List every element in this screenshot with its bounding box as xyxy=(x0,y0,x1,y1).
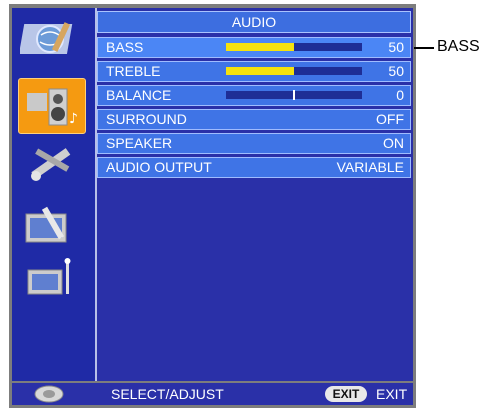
row-label: TREBLE xyxy=(106,63,161,79)
menu-row-speaker[interactable]: SPEAKER ON xyxy=(97,133,411,154)
menu-row-bass[interactable]: BASS 50 xyxy=(97,37,411,58)
treble-level-bar[interactable] xyxy=(226,67,362,75)
setup-tools-icon[interactable] xyxy=(20,140,80,188)
callout-label: BASS xyxy=(437,38,480,55)
row-value: 50 xyxy=(388,39,404,55)
menu-row-treble[interactable]: TREBLE 50 xyxy=(97,61,411,82)
row-value: 0 xyxy=(396,87,404,103)
callout-line xyxy=(414,47,434,49)
exit-hint: EXIT xyxy=(376,386,408,402)
navigation-pad-icon xyxy=(34,385,64,403)
row-label: BALANCE xyxy=(106,87,172,103)
row-label: SPEAKER xyxy=(106,135,173,151)
tv-settings-icon[interactable] xyxy=(20,200,80,248)
exit-key-icon: EXIT xyxy=(325,386,367,402)
row-value: OFF xyxy=(376,111,404,127)
menu-row-balance[interactable]: BALANCE 0 xyxy=(97,85,411,106)
bar-fill xyxy=(226,67,294,75)
balance-level-bar[interactable] xyxy=(226,90,362,100)
audio-speaker-icon[interactable]: ♪ xyxy=(18,78,86,134)
tv-antenna-icon[interactable] xyxy=(20,254,80,302)
row-label: BASS xyxy=(106,39,144,55)
select-adjust-hint: SELECT/ADJUST xyxy=(111,386,224,402)
row-value: 50 xyxy=(388,63,404,79)
bass-level-bar[interactable] xyxy=(226,43,362,51)
row-label: SURROUND xyxy=(106,111,187,127)
row-value: VARIABLE xyxy=(336,159,404,175)
row-value: ON xyxy=(383,135,404,151)
osd-menu: ♪ AUDIO BASS 50 TREBLE 50 BALANCE 0 SURR… xyxy=(9,4,416,408)
menu-title: AUDIO xyxy=(97,11,411,33)
menu-row-surround[interactable]: SURROUND OFF xyxy=(97,109,411,130)
picture-globe-icon[interactable] xyxy=(20,14,80,62)
menu-sidebar: ♪ xyxy=(12,8,97,381)
bar-fill xyxy=(226,43,294,51)
audio-menu-panel: AUDIO BASS 50 TREBLE 50 BALANCE 0 SURROU… xyxy=(97,8,413,381)
row-label: AUDIO OUTPUT xyxy=(106,159,212,175)
menu-row-audio-output[interactable]: AUDIO OUTPUT VARIABLE xyxy=(97,157,411,178)
menu-footer: SELECT/ADJUST EXIT EXIT xyxy=(12,383,413,405)
svg-text:♪: ♪ xyxy=(69,111,78,127)
balance-marker xyxy=(293,90,295,100)
